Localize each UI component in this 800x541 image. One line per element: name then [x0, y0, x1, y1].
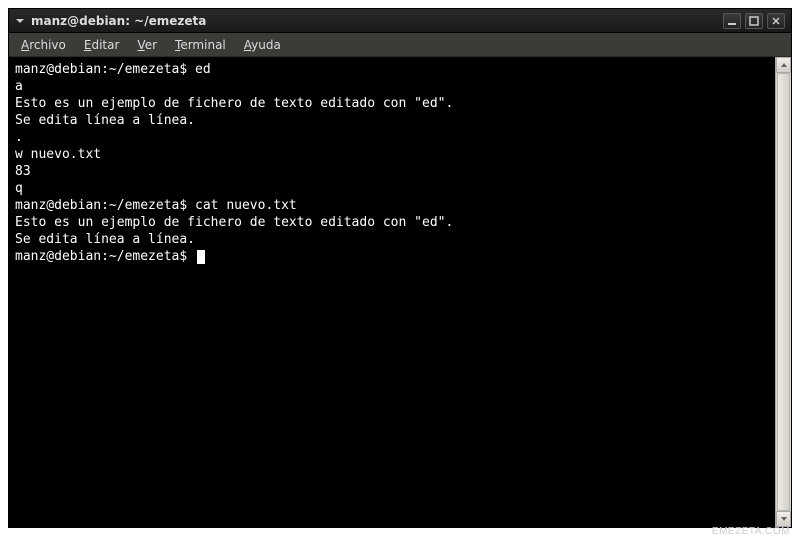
- scrollbar: [775, 57, 791, 527]
- terminal-line: w nuevo.txt: [15, 146, 769, 163]
- output-text: .: [15, 130, 23, 145]
- terminal-line: Esto es un ejemplo de fichero de texto e…: [15, 95, 769, 112]
- output-text: 83: [15, 164, 31, 179]
- watermark: EMEZETA.COM: [712, 526, 790, 537]
- close-button[interactable]: [767, 13, 785, 29]
- window-title: manz@debian: ~/emezeta: [31, 14, 723, 28]
- output-text: Esto es un ejemplo de fichero de texto e…: [15, 215, 453, 230]
- menu-ver[interactable]: Ver: [129, 35, 165, 55]
- terminal-line: a: [15, 78, 769, 95]
- output-text: Se edita línea a línea.: [15, 113, 195, 128]
- cursor: [197, 250, 205, 264]
- output-text: a: [15, 79, 23, 94]
- prompt: manz@debian:~/emezeta$: [15, 198, 187, 213]
- terminal-body: manz@debian:~/emezeta$ edaEsto es un eje…: [9, 57, 791, 527]
- prompt: manz@debian:~/emezeta$: [15, 62, 187, 77]
- terminal-line: 83: [15, 163, 769, 180]
- titlebar[interactable]: manz@debian: ~/emezeta: [9, 9, 791, 33]
- terminal-line: Esto es un ejemplo de fichero de texto e…: [15, 214, 769, 231]
- output-text: Se edita línea a línea.: [15, 232, 195, 247]
- menu-ayuda[interactable]: Ayuda: [236, 35, 289, 55]
- menu-archivo[interactable]: Archivo: [13, 35, 74, 55]
- prompt: manz@debian:~/emezeta$: [15, 249, 187, 264]
- output-text: w nuevo.txt: [15, 147, 101, 162]
- menu-editar[interactable]: Editar: [76, 35, 128, 55]
- scroll-up-button[interactable]: [776, 57, 791, 73]
- menubar: Archivo Editar Ver Terminal Ayuda: [9, 33, 791, 57]
- output-text: Esto es un ejemplo de fichero de texto e…: [15, 96, 453, 111]
- terminal-line: .: [15, 129, 769, 146]
- terminal-window: manz@debian: ~/emezeta Archivo Editar Ve…: [8, 8, 792, 528]
- terminal-content[interactable]: manz@debian:~/emezeta$ edaEsto es un eje…: [9, 57, 775, 527]
- output-text: q: [15, 181, 23, 196]
- window-controls: [723, 13, 785, 29]
- terminal-line: manz@debian:~/emezeta$ ed: [15, 61, 769, 78]
- menu-terminal[interactable]: Terminal: [167, 35, 234, 55]
- app-menu-icon[interactable]: [15, 16, 25, 26]
- scroll-track[interactable]: [776, 73, 791, 511]
- terminal-line: manz@debian:~/emezeta$: [15, 248, 769, 265]
- scroll-thumb[interactable]: [777, 73, 790, 511]
- command-text: cat nuevo.txt: [187, 198, 297, 213]
- terminal-line: manz@debian:~/emezeta$ cat nuevo.txt: [15, 197, 769, 214]
- command-text: ed: [187, 62, 210, 77]
- terminal-line: q: [15, 180, 769, 197]
- terminal-line: Se edita línea a línea.: [15, 112, 769, 129]
- minimize-button[interactable]: [723, 13, 741, 29]
- terminal-line: Se edita línea a línea.: [15, 231, 769, 248]
- maximize-button[interactable]: [745, 13, 763, 29]
- scroll-down-button[interactable]: [776, 511, 791, 527]
- command-text: [187, 249, 195, 264]
